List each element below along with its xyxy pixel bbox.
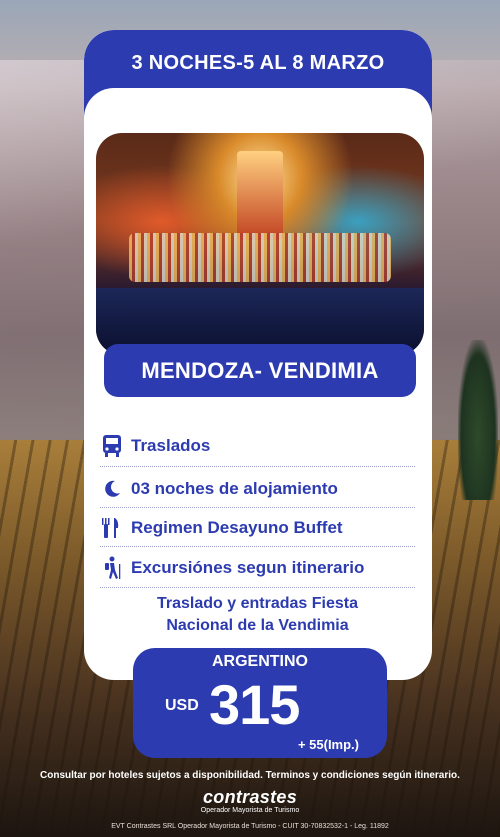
feature-label: 03 noches de alojamiento xyxy=(131,479,338,498)
extra-line-1: Traslado y entradas Fiesta xyxy=(157,595,358,612)
legal-text: EVT Contrastes SRL Operador Mayorista de… xyxy=(111,823,389,830)
price-tax: + 55(Imp.) xyxy=(297,737,359,752)
divider xyxy=(100,587,415,588)
disclaimer: Consultar por hoteles sujetos a disponib… xyxy=(40,770,460,781)
divider xyxy=(100,546,415,547)
price-currency: USD xyxy=(165,697,199,714)
feature-label: Excursiónes segun itinerario xyxy=(131,558,365,577)
feature-board: Regimen Desayuno Buffet xyxy=(100,511,415,545)
stage-lights xyxy=(128,232,392,282)
bus-icon xyxy=(100,434,124,458)
brand-subtitle: Operador Mayorista de Turismo xyxy=(200,807,300,814)
feature-lodging: 03 noches de alojamiento xyxy=(100,472,415,506)
hiker-icon xyxy=(100,556,124,580)
feature-transfers: Traslados xyxy=(100,429,415,463)
price-box: ARGENTINO USD 315 + 55(Imp.) xyxy=(133,648,387,758)
price-amount: 315 xyxy=(209,673,300,736)
extra-line-2: Nacional de la Vendimia xyxy=(166,617,349,634)
divider xyxy=(100,507,415,508)
fork-knife-icon xyxy=(100,516,124,540)
brand-logo: contrastes xyxy=(202,787,298,807)
festival-photo xyxy=(96,133,424,355)
cypress-tree xyxy=(458,340,498,500)
divider xyxy=(100,466,415,467)
stage-tower xyxy=(237,150,283,240)
feature-label: Traslados xyxy=(131,436,211,455)
header-curve xyxy=(84,88,432,148)
feature-excursions: Excursiónes segun itinerario xyxy=(100,551,415,585)
trip-title: 3 NOCHES-5 AL 8 MARZO xyxy=(131,52,385,74)
feature-label: Regimen Desayuno Buffet xyxy=(131,518,343,537)
moon-icon xyxy=(100,477,124,501)
destination-banner: MENDOZA- VENDIMIA xyxy=(104,344,416,397)
price-label: ARGENTINO xyxy=(212,653,308,670)
